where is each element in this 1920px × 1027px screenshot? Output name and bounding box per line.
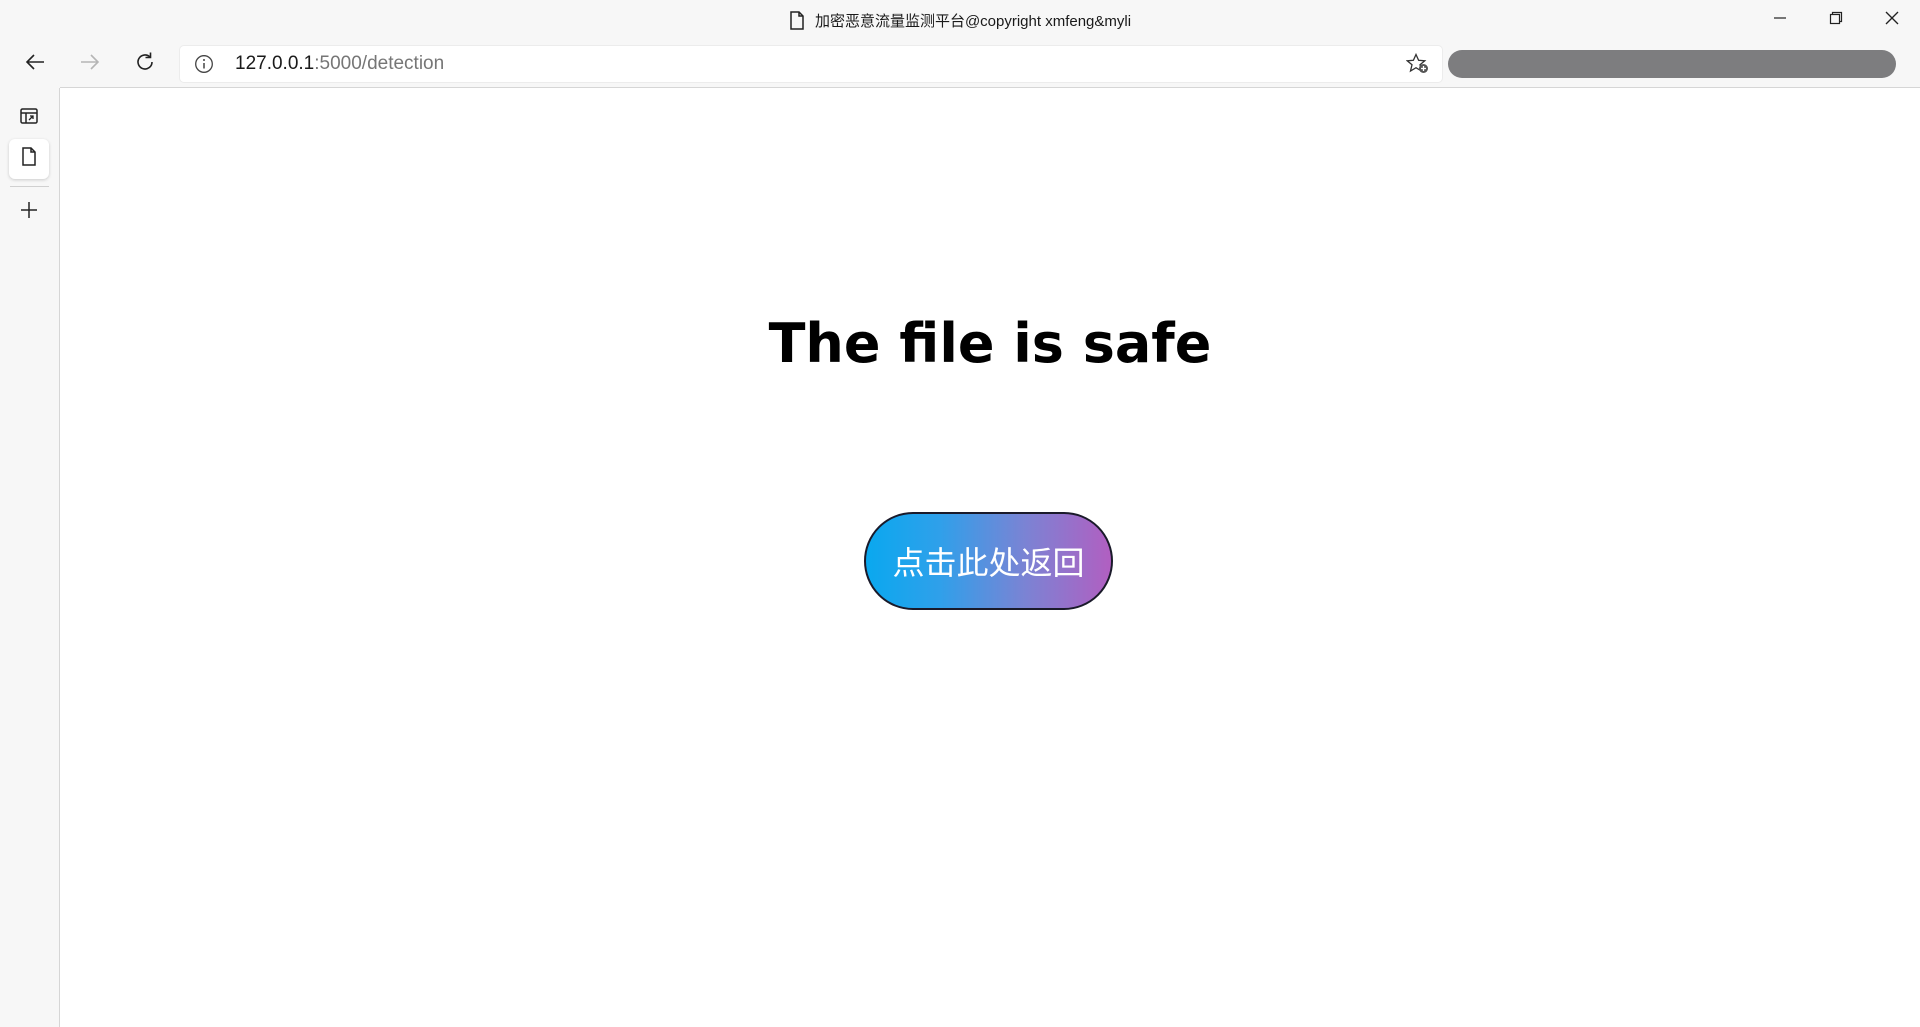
refresh-button[interactable] — [123, 40, 167, 88]
restore-icon — [1829, 11, 1843, 30]
browser-toolbar: 127.0.0.1:5000/detection — [0, 40, 1920, 88]
tab-actions-button[interactable] — [9, 98, 49, 138]
sidebar-divider — [10, 186, 49, 187]
vertical-tabs-sidebar — [0, 88, 60, 1027]
close-icon — [1885, 11, 1899, 30]
forward-button[interactable] — [68, 40, 112, 88]
sidebar-tab-current[interactable] — [9, 139, 49, 179]
title-bar: 加密恶意流量监测平台@copyright xmfeng&myli — [0, 0, 1920, 40]
minimize-button[interactable] — [1752, 0, 1808, 40]
window-title: 加密恶意流量监测平台@copyright xmfeng&myli — [814, 12, 1132, 30]
url-path: :5000/detection — [314, 53, 445, 74]
info-icon[interactable] — [194, 54, 214, 79]
window-title-group: 加密恶意流量监测平台@copyright xmfeng&myli — [0, 0, 1920, 40]
result-heading: The file is safe — [768, 312, 1212, 375]
url-text[interactable]: 127.0.0.1:5000/detection — [235, 46, 444, 82]
minimize-icon — [1773, 11, 1787, 30]
plus-icon — [19, 200, 39, 225]
arrow-left-icon — [24, 51, 46, 78]
add-favorite-icon[interactable] — [1405, 52, 1430, 80]
address-bar[interactable]: 127.0.0.1:5000/detection — [180, 46, 1442, 82]
redacted-extensions-area — [1448, 50, 1896, 78]
return-button[interactable]: 点击此处返回 — [864, 512, 1113, 610]
restore-button[interactable] — [1808, 0, 1864, 40]
tab-actions-icon — [19, 106, 39, 131]
url-host: 127.0.0.1 — [235, 53, 315, 74]
new-tab-button[interactable] — [9, 192, 49, 232]
document-icon — [789, 10, 805, 30]
close-window-button[interactable] — [1864, 0, 1920, 40]
document-icon — [21, 147, 37, 171]
back-button[interactable] — [13, 40, 57, 88]
page-content: The file is safe 点击此处返回 — [60, 88, 1920, 1027]
window-controls — [1752, 0, 1920, 40]
refresh-icon — [134, 51, 156, 78]
arrow-right-icon — [79, 51, 101, 78]
